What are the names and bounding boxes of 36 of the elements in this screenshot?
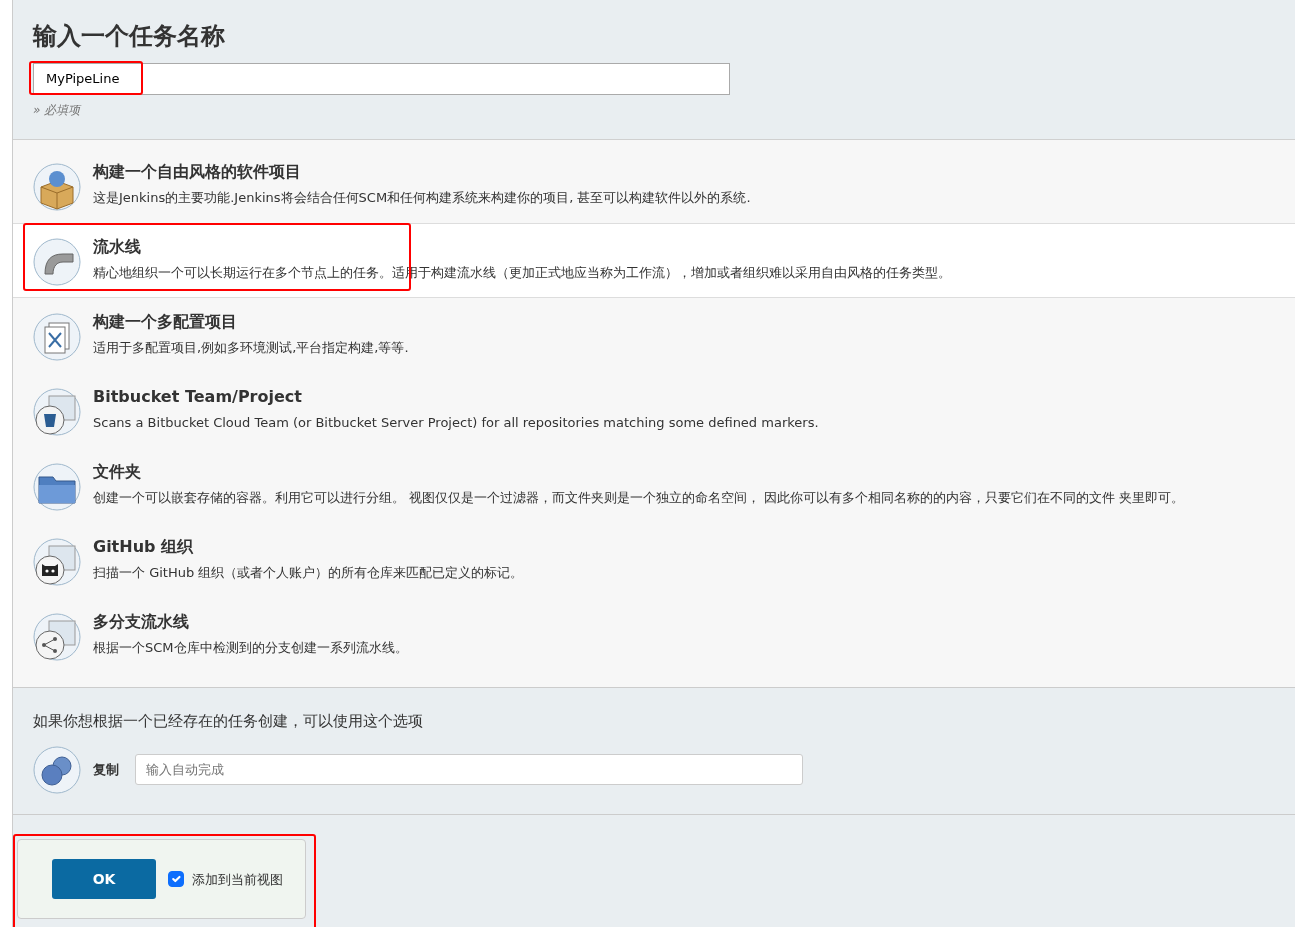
item-type-description: 创建一个可以嵌套存储的容器。利用它可以进行分组。 视图仅仅是一个过滤器，而文件夹则是一个独立的命名空间， 因此你可以有多个相同名称的的内容，只要它们在不同的文件 夹里即可。: [93, 488, 1185, 507]
item-type-option[interactable]: 构建一个自由风格的软件项目 这是Jenkins的主要功能.Jenkins将会结合任何SCM和任何构建系统来构建你的项目, 甚至可以构建软件以外的系统.: [13, 147, 1295, 223]
cat-icon: [33, 537, 81, 586]
bucket-icon: [33, 387, 81, 436]
folder-icon: [33, 462, 81, 511]
pipe-icon: [33, 237, 81, 286]
branch-icon: [33, 612, 81, 661]
required-note: » 必填项: [33, 101, 83, 119]
name-input-field[interactable]: MyPipeLine: [33, 62, 730, 95]
copy-hint-text: 如果你想根据一个已经存在的任务创建，可以使用这个选项: [33, 710, 424, 732]
item-type-description: 这是Jenkins的主要功能.Jenkins将会结合任何SCM和任何构建系统来构建你的项目, 甚至可以构建软件以外的系统.: [93, 188, 751, 207]
item-type-title: 构建一个多配置项目: [93, 310, 238, 333]
add-to-view-label: 添加到当前视图: [192, 870, 283, 889]
item-type-option[interactable]: 文件夹 创建一个可以嵌套存储的容器。利用它可以进行分组。 视图仅仅是一个过滤器，而文件夹则是一个独立的命名空间， 因此你可以有多个相同名称的的内容，只要它们在不同的文件 夹里即可。: [13, 447, 1295, 523]
document-tools-icon: [33, 312, 81, 361]
item-type-option[interactable]: 构建一个多配置项目 适用于多配置项目,例如多环境测试,平台指定构建,等等.: [13, 297, 1295, 373]
item-type-option[interactable]: GitHub 组织 扫描一个 GitHub 组织（或者个人账户）的所有仓库来匹配已定义的标记。: [13, 522, 1295, 598]
copy-label: 复制: [93, 760, 119, 779]
item-type-option[interactable]: 多分支流水线 根据一个SCM仓库中检测到的分支创建一系列流水线。: [13, 597, 1295, 673]
spheres-icon: [33, 746, 81, 795]
item-type-title: GitHub 组织: [93, 535, 195, 558]
item-type-option[interactable]: Bitbucket Team/Project Scans a Bitbucket Cloud Team (or Bitbucket Server Project) for all repositories matching some defined markers.: [13, 372, 1295, 448]
item-type-title: 构建一个自由风格的软件项目: [93, 160, 302, 183]
item-type-title: Bitbucket Team/Project: [93, 385, 303, 408]
page-title: 输入一个任务名称: [33, 22, 226, 51]
copy-from-field[interactable]: 输入自动完成: [135, 753, 803, 785]
add-to-view-checkbox[interactable]: [168, 871, 184, 888]
item-type-description: 根据一个SCM仓库中检测到的分支创建一系列流水线。: [93, 638, 408, 657]
item-type-title: 多分支流水线: [93, 610, 190, 633]
item-type-description: Scans a Bitbucket Cloud Team (or Bitbucket Server Project) for all repositories matching some defined markers.: [93, 413, 819, 432]
item-type-title: 流水线: [93, 235, 142, 258]
item-type-title: 文件夹: [93, 460, 142, 483]
item-type-description: 适用于多配置项目,例如多环境测试,平台指定构建,等等.: [93, 338, 409, 357]
box-icon: [33, 162, 81, 211]
ok-button[interactable]: OK: [52, 859, 156, 900]
item-type-description: 扫描一个 GitHub 组织（或者个人账户）的所有仓库来匹配已定义的标记。: [93, 563, 524, 582]
